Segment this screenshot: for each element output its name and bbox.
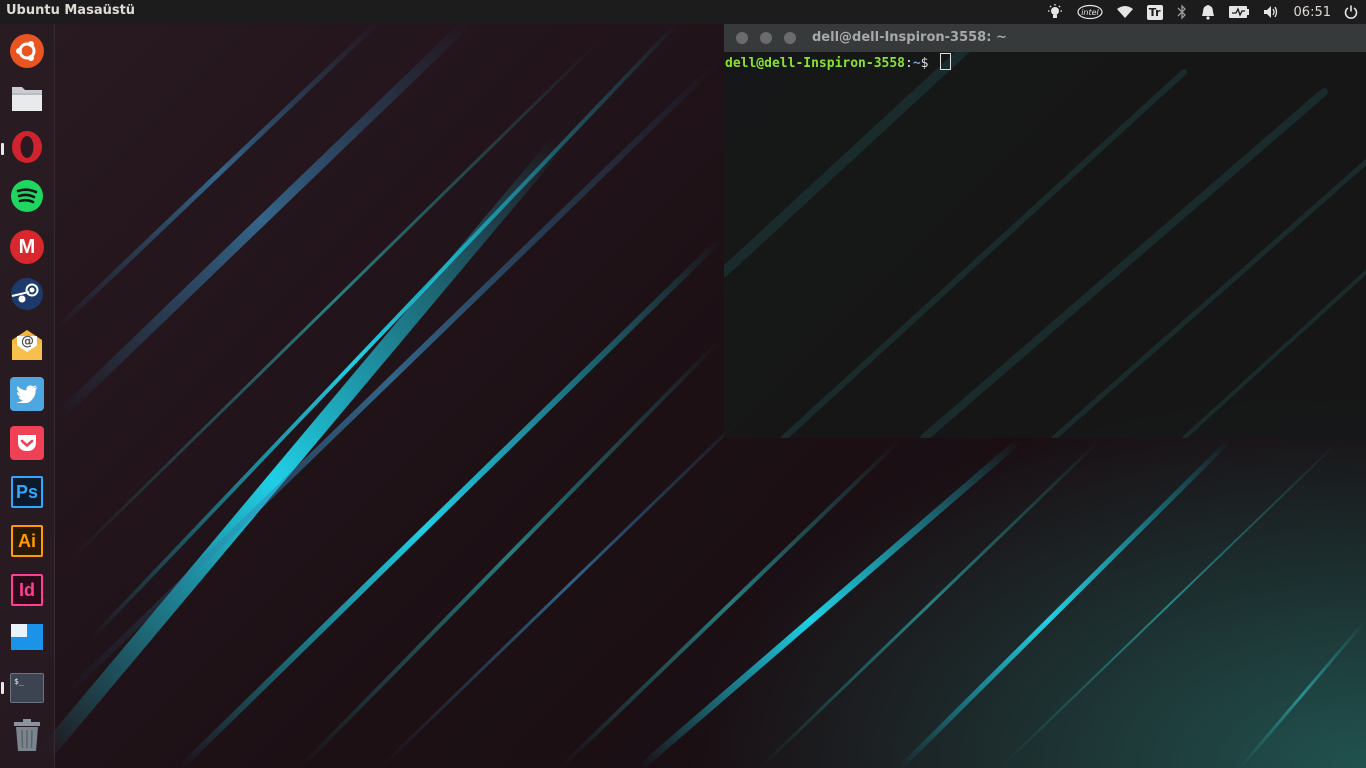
close-button[interactable] [736,32,748,44]
prompt-user: dell@dell-Inspiron-3558 [725,56,906,71]
running-indicator [1,143,4,155]
steam-icon [10,277,44,315]
pocket-icon [10,426,44,460]
launcher-item-twitter[interactable] [9,376,45,412]
terminal-prompt-line: dell@dell-Inspiron-3558:~$ [725,53,952,72]
brightness-icon[interactable] [1040,0,1070,24]
text-cursor [940,53,952,70]
prompt-symbol: $ [920,56,937,71]
folder-icon [10,83,44,117]
launcher-item-terminal[interactable]: $_ [9,670,45,706]
launcher-item-opera[interactable] [9,131,45,167]
prompt-colon: : [905,56,913,71]
launcher-item-ubuntu-dash[interactable] [9,33,45,69]
launcher-item-illustrator[interactable]: Ai [9,523,45,559]
terminal-titlebar[interactable]: dell@dell-Inspiron-3558: ~ [724,24,1366,52]
terminal-title: dell@dell-Inspiron-3558: ~ [812,30,1007,45]
bluetooth-icon[interactable] [1170,0,1194,24]
notification-bell-icon[interactable] [1194,0,1222,24]
workspace-icon [10,623,44,655]
twitter-icon [10,377,44,411]
intel-text: intel [1081,8,1099,17]
photoshop-icon: Ps [11,476,43,508]
ubuntu-logo-icon [10,34,44,68]
launcher-item-trash[interactable] [9,719,45,755]
volume-icon[interactable] [1256,0,1286,24]
terminal-icon: $_ [10,673,44,703]
launcher-item-files[interactable] [9,82,45,118]
illustrator-icon: Ai [11,525,43,557]
launcher: M @ Ps Ai Id $_ [0,24,55,768]
mail-icon: @ [10,328,44,362]
indesign-icon: Id [11,574,43,606]
maximize-button[interactable] [784,32,796,44]
launcher-item-workspace-switcher[interactable] [9,621,45,657]
intel-icon[interactable]: intel [1070,0,1110,24]
top-panel: Ubuntu Masaüstü intel Tr 06:51 [0,0,1366,24]
launcher-item-spotify[interactable] [9,180,45,216]
launcher-item-pocket[interactable] [9,425,45,461]
prompt-path: ~ [912,56,921,71]
spotify-icon [10,179,44,217]
terminal-transparency-streaks [724,52,1366,438]
launcher-item-steam[interactable] [9,278,45,314]
opera-icon [10,130,44,168]
trash-icon [13,718,41,756]
terminal-window[interactable]: dell@dell-Inspiron-3558: ~ dell@dell-Ins… [724,24,1366,438]
mega-icon: M [10,230,44,264]
minimize-button[interactable] [760,32,772,44]
launcher-item-photoshop[interactable]: Ps [9,474,45,510]
terminal-content[interactable]: dell@dell-Inspiron-3558:~$ [724,52,1366,438]
terminal-icon-prompt: $_ [14,677,24,686]
wifi-icon[interactable] [1110,0,1140,24]
launcher-item-mail[interactable]: @ [9,327,45,363]
app-title: Ubuntu Masaüstü [6,3,136,18]
launcher-item-mega[interactable]: M [9,229,45,265]
launcher-item-indesign[interactable]: Id [9,572,45,608]
running-indicator [1,682,4,694]
power-icon[interactable] [1340,0,1366,24]
indicator-area: intel Tr 06:51 [1040,0,1366,24]
clock[interactable]: 06:51 [1286,0,1340,24]
mail-at-symbol: @ [21,334,34,349]
keyboard-layout-label: Tr [1146,4,1163,20]
keyboard-layout-icon[interactable]: Tr [1140,0,1170,24]
battery-icon[interactable] [1222,0,1256,24]
